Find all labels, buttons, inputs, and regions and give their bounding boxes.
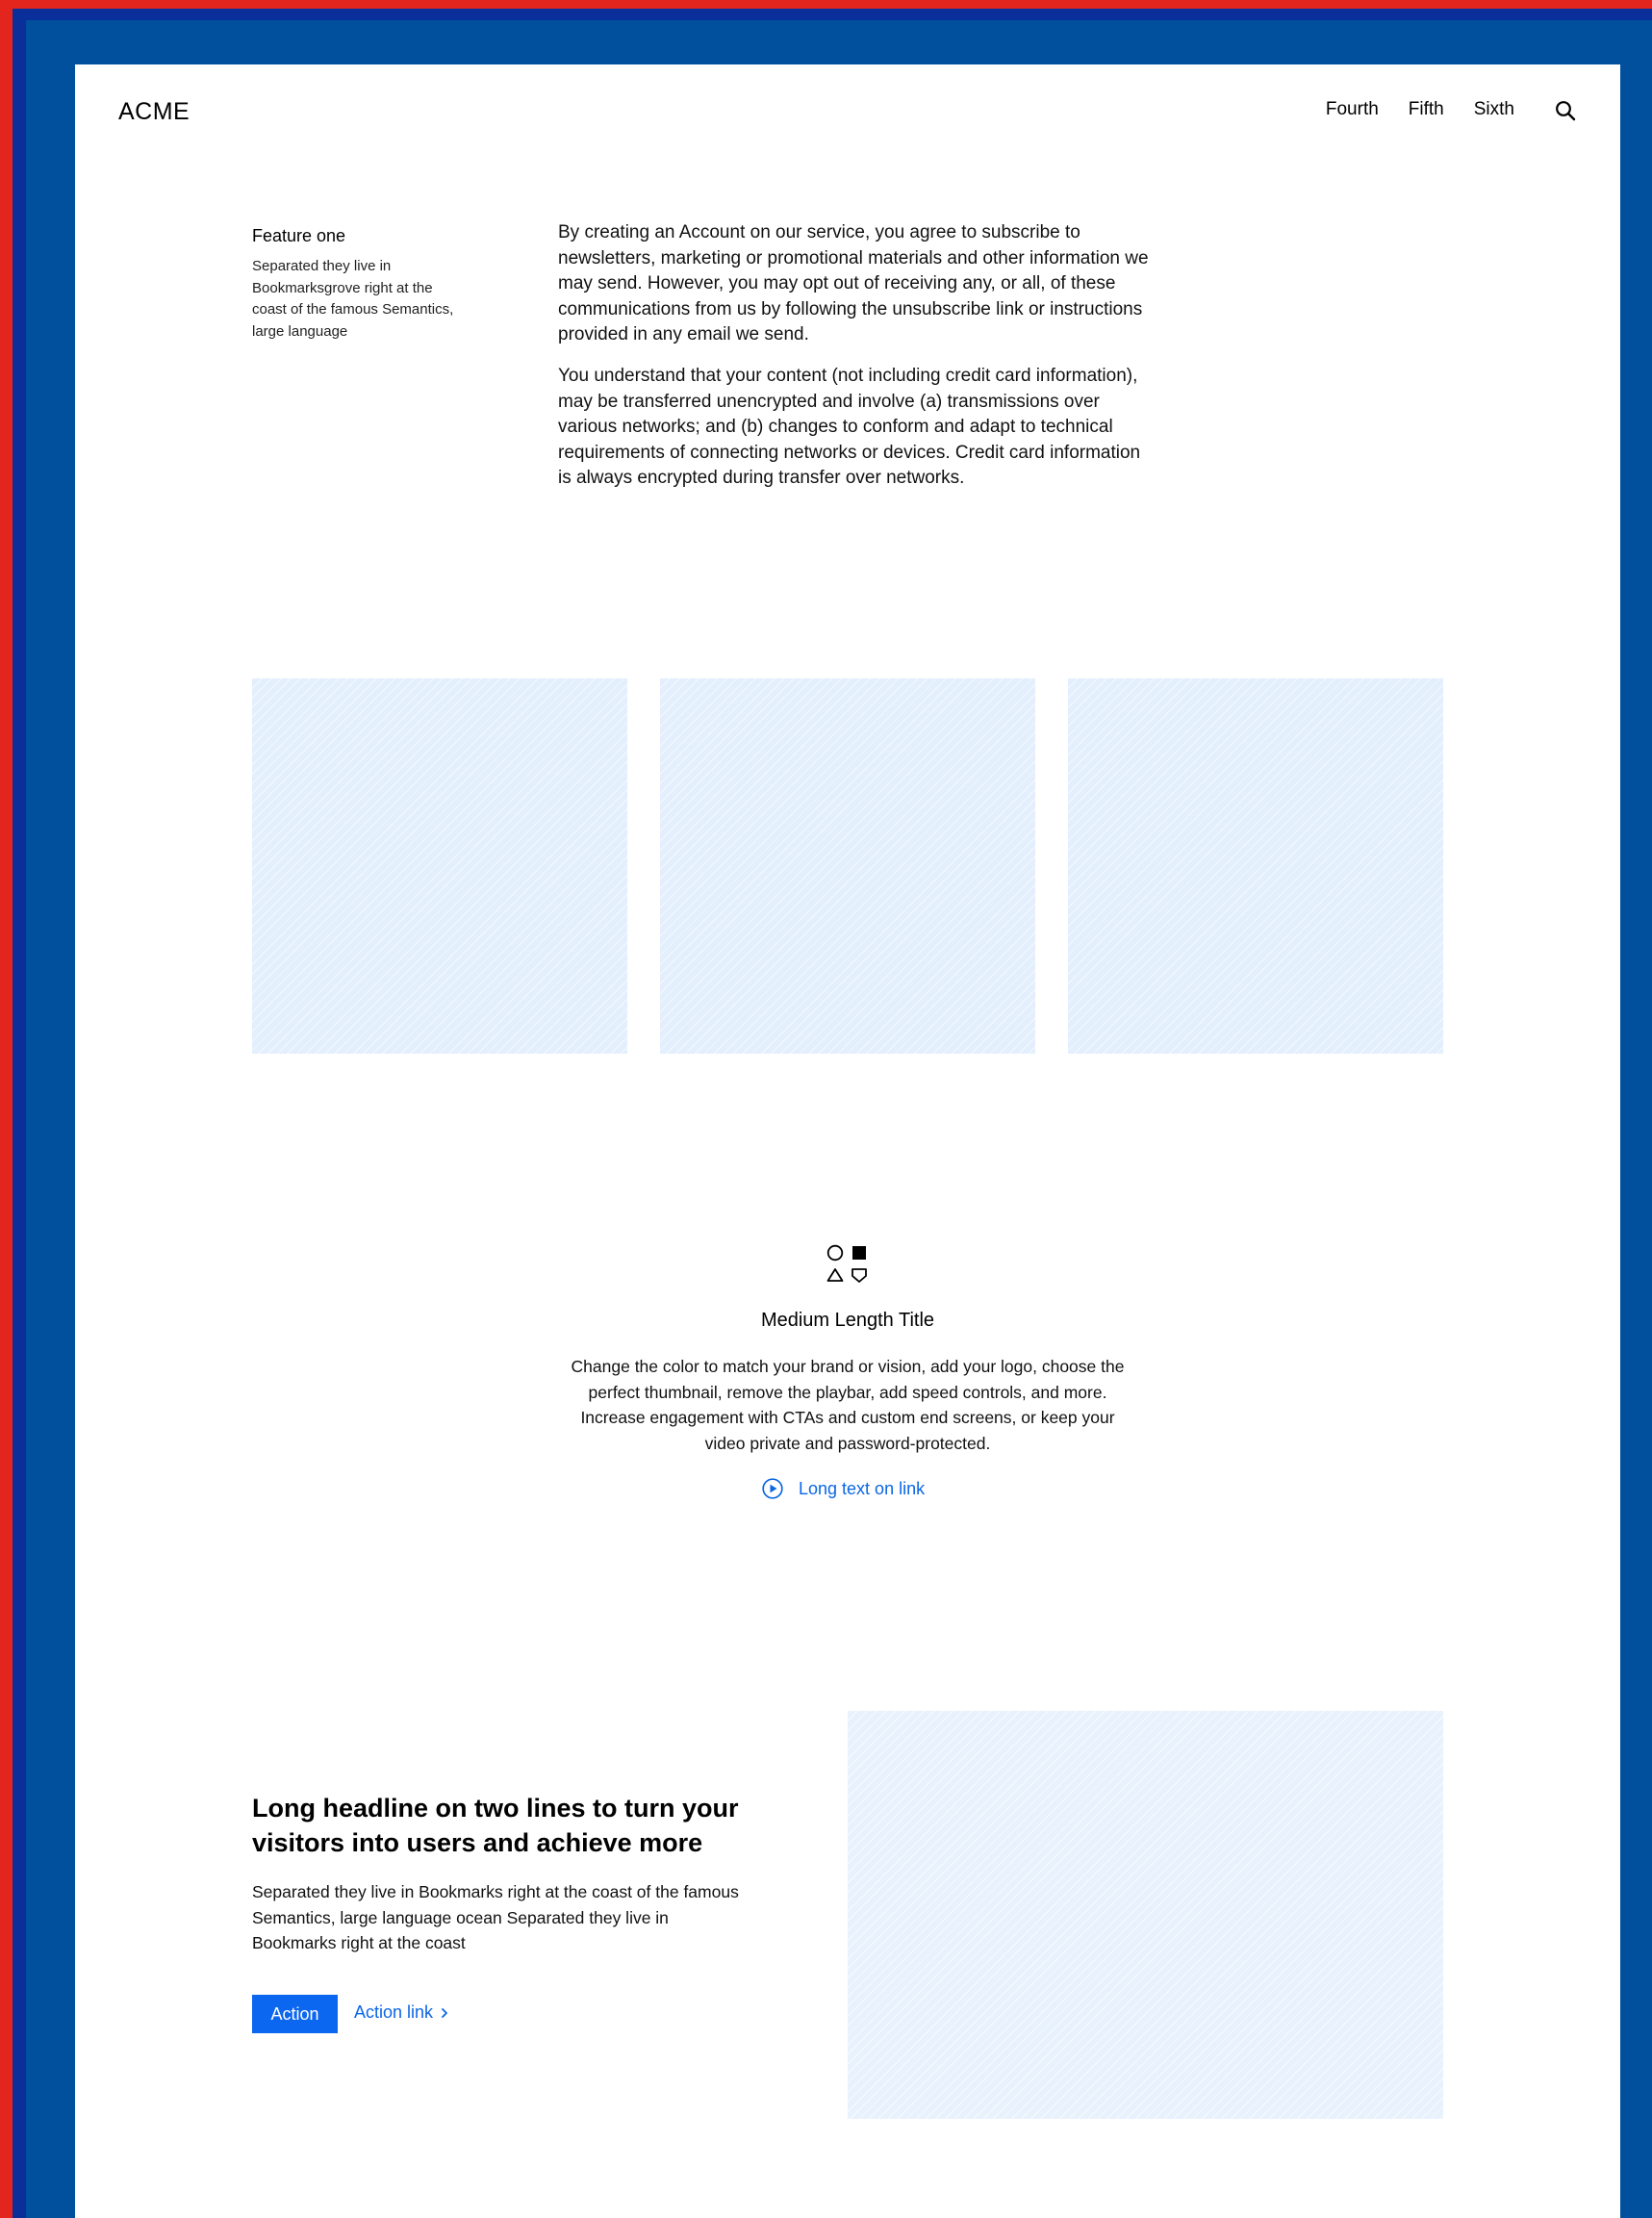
- top-nav: Fourth Fifth Sixth: [1326, 99, 1576, 121]
- nav-item-sixth[interactable]: Sixth: [1474, 99, 1514, 120]
- legal-paragraph-1: By creating an Account on our service, y…: [558, 222, 1149, 345]
- action-link[interactable]: Action link: [354, 2002, 448, 2023]
- legal-text: By creating an Account on our service, y…: [558, 220, 1155, 507]
- center-text: Change the color to match your brand or …: [571, 1357, 1125, 1453]
- action-link-label: Action link: [354, 2002, 434, 2022]
- shapes-icon: [826, 1244, 867, 1283]
- center-title: Medium Length Title: [760, 1310, 935, 1331]
- feature-block: Feature one Separated they live in Bookm…: [252, 226, 464, 343]
- promo-body: Separated they live in Bookmarks right a…: [252, 1882, 739, 1953]
- promo-headline: Long headline on two lines to turn your …: [252, 1794, 739, 1857]
- chevron-right-icon: [442, 2007, 447, 2018]
- page: ACME Fourth Fifth Sixth Feature one Sepa…: [75, 64, 1620, 2218]
- action-button[interactable]: Action: [252, 1995, 338, 2033]
- feature-title: Feature one: [252, 226, 346, 245]
- image-placeholder-2: [660, 678, 1035, 1054]
- nav-item-fourth[interactable]: Fourth: [1326, 99, 1379, 120]
- search-icon[interactable]: [1555, 100, 1576, 121]
- play-video-link[interactable]: Long text on link: [762, 1478, 925, 1499]
- legal-paragraph-2: You understand that your content (not in…: [558, 365, 1141, 489]
- play-video-link-label: Long text on link: [799, 1478, 926, 1498]
- play-circle-icon: [762, 1478, 783, 1499]
- logo[interactable]: ACME: [118, 98, 190, 126]
- image-placeholder-1: [252, 678, 627, 1054]
- promo-image-placeholder: [848, 1711, 1443, 2119]
- nav-item-fifth[interactable]: Fifth: [1409, 99, 1444, 120]
- feature-description: Separated they live in Bookmarksgrove ri…: [252, 258, 454, 340]
- image-placeholder-3: [1068, 678, 1443, 1054]
